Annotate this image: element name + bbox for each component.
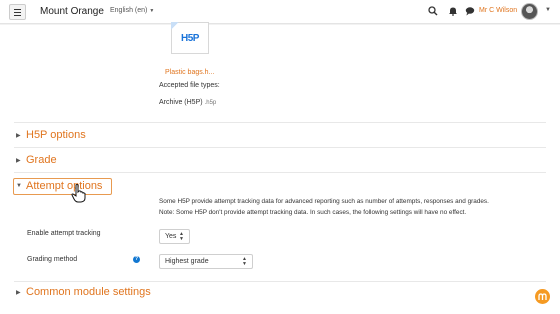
- divider: [14, 122, 546, 123]
- help-icon[interactable]: ?: [133, 256, 140, 263]
- accepted-file-types-value: Archive (H5P) .h5p: [159, 99, 217, 106]
- chat-icon[interactable]: [464, 5, 476, 17]
- menu-icon: [14, 8, 21, 10]
- section-grade[interactable]: ▶ Grade: [16, 154, 57, 166]
- grading-method-label: Grading method: [27, 256, 78, 263]
- file-name-link[interactable]: Plastic bags.h...: [165, 69, 214, 76]
- user-name[interactable]: Mr C Wilson: [479, 7, 517, 14]
- caret-down-icon: ▼: [149, 8, 155, 14]
- chevron-right-icon: ▶: [16, 157, 21, 164]
- enable-tracking-select[interactable]: Yes ▲ ▼: [159, 229, 190, 244]
- enable-tracking-label: Enable attempt tracking: [27, 230, 101, 237]
- language-menu[interactable]: English (en) ▼: [110, 7, 154, 14]
- chevron-right-icon: ▶: [16, 289, 21, 296]
- hand-cursor-icon: [71, 184, 86, 203]
- section-attempt-options[interactable]: ▼ Attempt options: [16, 180, 102, 192]
- h5p-logo: H5P: [181, 32, 199, 44]
- top-navbar: Mount Orange English (en) ▼ Mr C Wilson ▼: [0, 0, 560, 24]
- bell-icon[interactable]: [447, 5, 459, 17]
- caret-down-icon[interactable]: ▼: [545, 7, 551, 13]
- main-content: H5P Plastic bags.h... Accepted file type…: [0, 22, 560, 314]
- menu-toggle-button[interactable]: [9, 4, 26, 20]
- section-common-module-settings[interactable]: ▶ Common module settings: [16, 286, 151, 298]
- chat-help-fab[interactable]: [535, 289, 550, 304]
- site-name-link[interactable]: Mount Orange: [40, 6, 104, 17]
- chevron-down-icon: ▼: [16, 183, 22, 189]
- divider: [14, 281, 546, 282]
- grading-method-select[interactable]: Highest grade ▲ ▼: [159, 254, 253, 269]
- divider: [14, 172, 546, 173]
- section-h5p-options[interactable]: ▶ H5P options: [16, 129, 86, 141]
- attempt-tracking-description: Some H5P provide attempt tracking data f…: [159, 198, 489, 216]
- file-fold-icon: [171, 22, 179, 30]
- chevron-right-icon: ▶: [16, 132, 21, 139]
- moodle-icon: [538, 293, 547, 300]
- divider: [14, 147, 546, 148]
- accepted-file-types-label: Accepted file types:: [159, 82, 220, 89]
- select-arrow-icon: ▲ ▼: [179, 231, 184, 242]
- select-arrow-icon: ▲ ▼: [242, 256, 247, 267]
- language-label: English (en): [110, 7, 148, 14]
- avatar[interactable]: [521, 3, 538, 20]
- search-icon[interactable]: [427, 5, 439, 17]
